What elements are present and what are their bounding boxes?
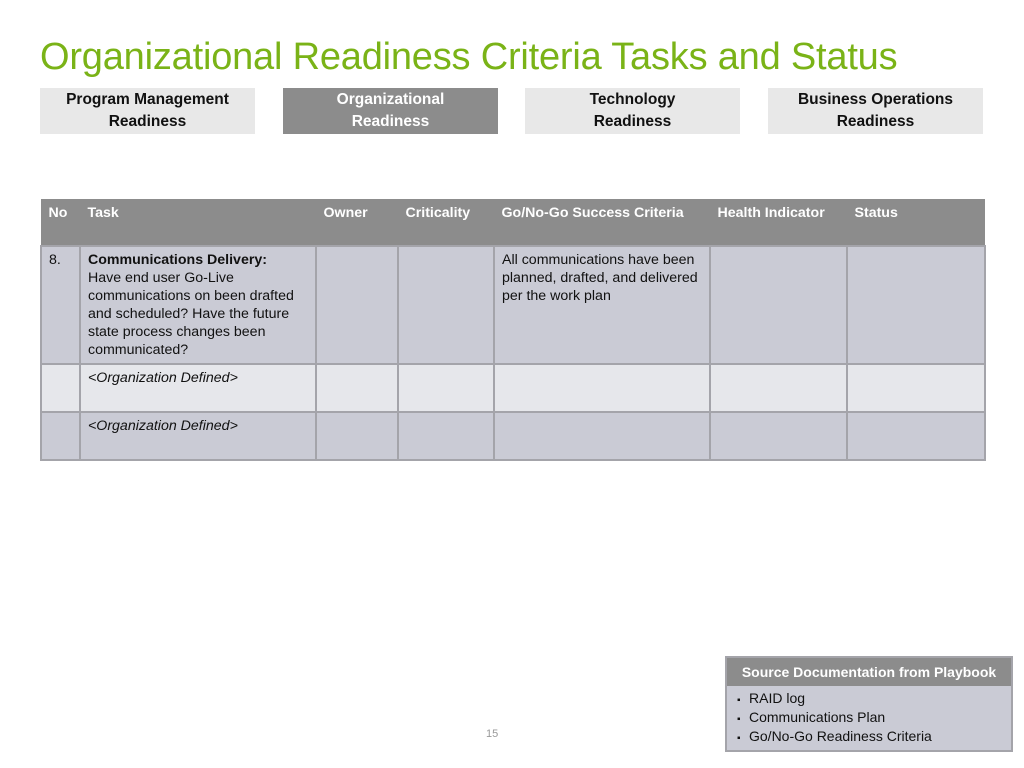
task-title: Communications Delivery:	[88, 252, 267, 268]
source-documentation-box: Source Documentation from Playbook RAID …	[725, 656, 1013, 752]
page-title: Organizational Readiness Criteria Tasks …	[40, 36, 898, 78]
cell-status[interactable]	[846, 411, 986, 461]
list-item: RAID log	[737, 690, 1011, 709]
cell-criteria[interactable]	[493, 411, 711, 461]
cell-task: Communications Delivery: Have end user G…	[79, 245, 317, 365]
tab-label-line1: Technology	[589, 91, 676, 108]
table-row: <Organization Defined>	[40, 363, 986, 413]
list-item: Go/No-Go Readiness Criteria	[737, 728, 1011, 747]
cell-owner[interactable]	[315, 411, 399, 461]
table-row: <Organization Defined>	[40, 411, 986, 461]
column-header-health: Health Indicator	[709, 199, 847, 246]
cell-criteria[interactable]	[493, 363, 711, 413]
column-header-task: Task	[79, 199, 316, 246]
tab-program-management-readiness[interactable]: Program Management Readiness	[40, 88, 255, 134]
tab-technology-readiness[interactable]: Technology Readiness	[525, 88, 740, 134]
cell-owner[interactable]	[315, 363, 399, 413]
tab-label-line2: Readiness	[108, 113, 187, 130]
cell-task: <Organization Defined>	[79, 411, 317, 461]
column-header-criteria: Go/No-Go Success Criteria	[493, 199, 710, 246]
cell-owner[interactable]	[315, 245, 399, 365]
tab-label-line2: Readiness	[593, 113, 672, 130]
cell-health-indicator[interactable]	[709, 363, 848, 413]
cell-status[interactable]	[846, 245, 986, 365]
column-header-status: Status	[846, 199, 985, 246]
readiness-tasks-table: No Task Owner Criticality Go/No-Go Succe…	[40, 199, 986, 461]
cell-health-indicator[interactable]	[709, 245, 848, 365]
table-row: 8. Communications Delivery: Have end use…	[40, 245, 986, 365]
task-body: Have end user Go-Live communications on …	[88, 270, 294, 358]
column-header-owner: Owner	[315, 199, 398, 246]
tab-organizational-readiness[interactable]: Organizational Readiness	[283, 88, 498, 134]
table-header-row: No Task Owner Criticality Go/No-Go Succe…	[40, 199, 985, 246]
cell-criticality[interactable]	[397, 245, 495, 365]
cell-no: 8.	[40, 245, 81, 365]
column-header-criticality: Criticality	[397, 199, 494, 246]
tab-label-line2: Readiness	[351, 113, 430, 130]
list-item: Communications Plan	[737, 709, 1011, 728]
cell-health-indicator[interactable]	[709, 411, 848, 461]
tab-business-operations-readiness[interactable]: Business Operations Readiness	[768, 88, 983, 134]
cell-status[interactable]	[846, 363, 986, 413]
column-header-no: No	[40, 199, 80, 246]
tab-label-line2: Readiness	[836, 113, 915, 130]
cell-no	[40, 363, 81, 413]
tab-label-line1: Program Management	[66, 91, 229, 108]
tab-label-line1: Business Operations	[797, 91, 954, 108]
cell-criteria: All communications have been planned, dr…	[493, 245, 711, 365]
cell-task: <Organization Defined>	[79, 363, 317, 413]
cell-criticality[interactable]	[397, 363, 495, 413]
source-documentation-list: RAID log Communications Plan Go/No-Go Re…	[727, 686, 1011, 750]
tab-label-line1: Organizational	[336, 91, 445, 108]
page-number: 15	[486, 728, 499, 740]
cell-no	[40, 411, 81, 461]
source-documentation-heading: Source Documentation from Playbook	[727, 658, 1011, 686]
cell-criticality[interactable]	[397, 411, 495, 461]
